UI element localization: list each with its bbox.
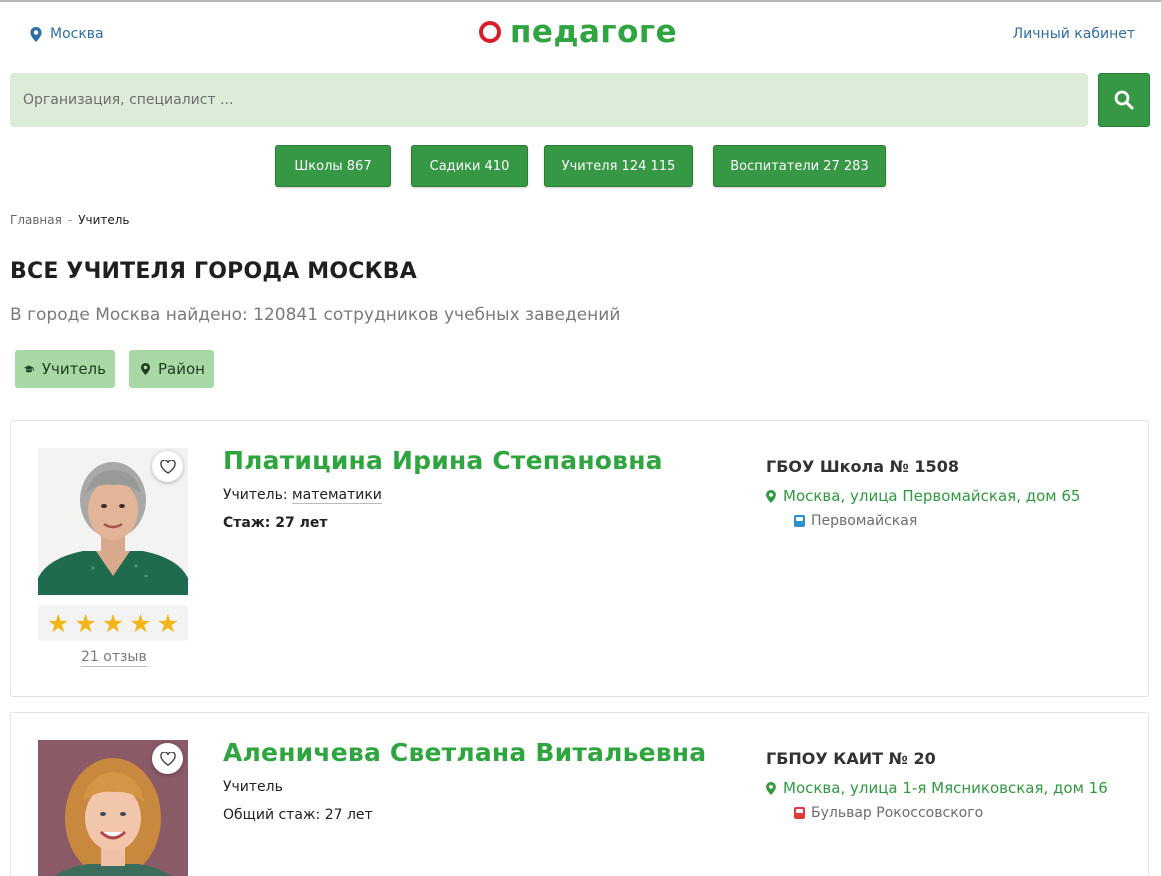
search-button[interactable]	[1098, 73, 1150, 127]
category-teachers-button[interactable]: Учителя 124 115	[544, 145, 693, 187]
search-icon	[1114, 90, 1134, 110]
star-icon: ★	[74, 608, 97, 638]
filter-role-label: Учитель	[41, 360, 106, 378]
organization-link[interactable]: ГБПОУ КАИТ № 20	[766, 749, 936, 768]
heart-icon	[159, 459, 176, 474]
category-educators-button[interactable]: Воспитатели 27 283	[713, 145, 886, 187]
logo-mark	[479, 21, 501, 43]
breadcrumb: Главная - Учитель	[10, 213, 130, 227]
teacher-role: Учитель	[223, 779, 283, 795]
filter-district-button[interactable]: Район	[129, 350, 214, 388]
category-schools-button[interactable]: Школы 867	[275, 145, 391, 187]
organization-address[interactable]: Москва, улица 1-я Мясниковская, дом 16	[766, 779, 1108, 797]
teacher-name-link[interactable]: Платицина Ирина Степановна	[223, 446, 663, 475]
city-selector[interactable]: Москва	[30, 26, 104, 42]
favorite-button[interactable]	[152, 743, 183, 774]
map-pin-icon	[766, 489, 776, 503]
teacher-name-link[interactable]: Аленичева Светлана Витальевна	[223, 738, 706, 767]
teacher-experience: Общий стаж: 27 лет	[223, 807, 373, 823]
teacher-card: Аленичева Светлана Витальевна Учитель Об…	[10, 712, 1149, 876]
filter-role-button[interactable]: Учитель	[15, 350, 115, 388]
star-icon: ★	[129, 608, 152, 638]
results-count-text: В городе Москва найдено: 120841 сотрудни…	[10, 305, 621, 325]
teacher-subject-link[interactable]: математики	[292, 487, 382, 504]
map-pin-icon	[141, 362, 151, 376]
favorite-button[interactable]	[152, 451, 183, 482]
map-pin-icon	[766, 781, 776, 795]
breadcrumb-current: Учитель	[78, 213, 130, 227]
metro-station: Первомайская	[794, 513, 917, 529]
top-bar: Москва педагоге Личный кабинет	[0, 2, 1161, 68]
teacher-card: ★ ★ ★ ★ ★ 21 отзыв Платицина Ирина Степа…	[10, 420, 1149, 697]
map-pin-icon	[30, 26, 42, 42]
teacher-role-label: Учитель:	[223, 487, 293, 503]
graduation-cap-icon	[24, 365, 34, 373]
breadcrumb-separator: -	[67, 213, 73, 227]
metro-icon	[794, 807, 805, 819]
organization-address[interactable]: Москва, улица Первомайская, дом 65	[766, 487, 1080, 505]
metro-station-name: Бульвар Рокоссовского	[811, 805, 984, 821]
reviews-link[interactable]: 21 отзыв	[81, 649, 147, 667]
account-link[interactable]: Личный кабинет	[1013, 26, 1135, 42]
page-title: ВСЕ УЧИТЕЛЯ ГОРОДА МОСКВА	[10, 259, 418, 284]
search-input[interactable]	[10, 73, 1088, 127]
city-label: Москва	[50, 26, 104, 42]
star-icon: ★	[46, 608, 70, 638]
address-text: Москва, улица Первомайская, дом 65	[783, 487, 1081, 505]
star-icon: ★	[101, 608, 125, 638]
category-kindergartens-button[interactable]: Садики 410	[411, 145, 528, 187]
metro-station-name: Первомайская	[811, 513, 918, 529]
teacher-role: Учитель: математики	[223, 487, 382, 504]
organization-link[interactable]: ГБОУ Школа № 1508	[766, 457, 959, 476]
metro-station: Бульвар Рокоссовского	[794, 805, 983, 821]
site-logo[interactable]: педагоге	[479, 15, 677, 49]
filter-district-label: Район	[158, 360, 205, 378]
breadcrumb-home-link[interactable]: Главная	[10, 213, 62, 227]
heart-icon	[159, 751, 176, 766]
star-icon: ★	[156, 608, 180, 638]
address-text: Москва, улица 1-я Мясниковская, дом 16	[783, 779, 1108, 797]
logo-text: педагоге	[510, 14, 678, 50]
teacher-experience: Стаж: 27 лет	[223, 515, 328, 531]
metro-icon	[794, 515, 805, 527]
rating-stars: ★ ★ ★ ★ ★	[38, 605, 188, 641]
